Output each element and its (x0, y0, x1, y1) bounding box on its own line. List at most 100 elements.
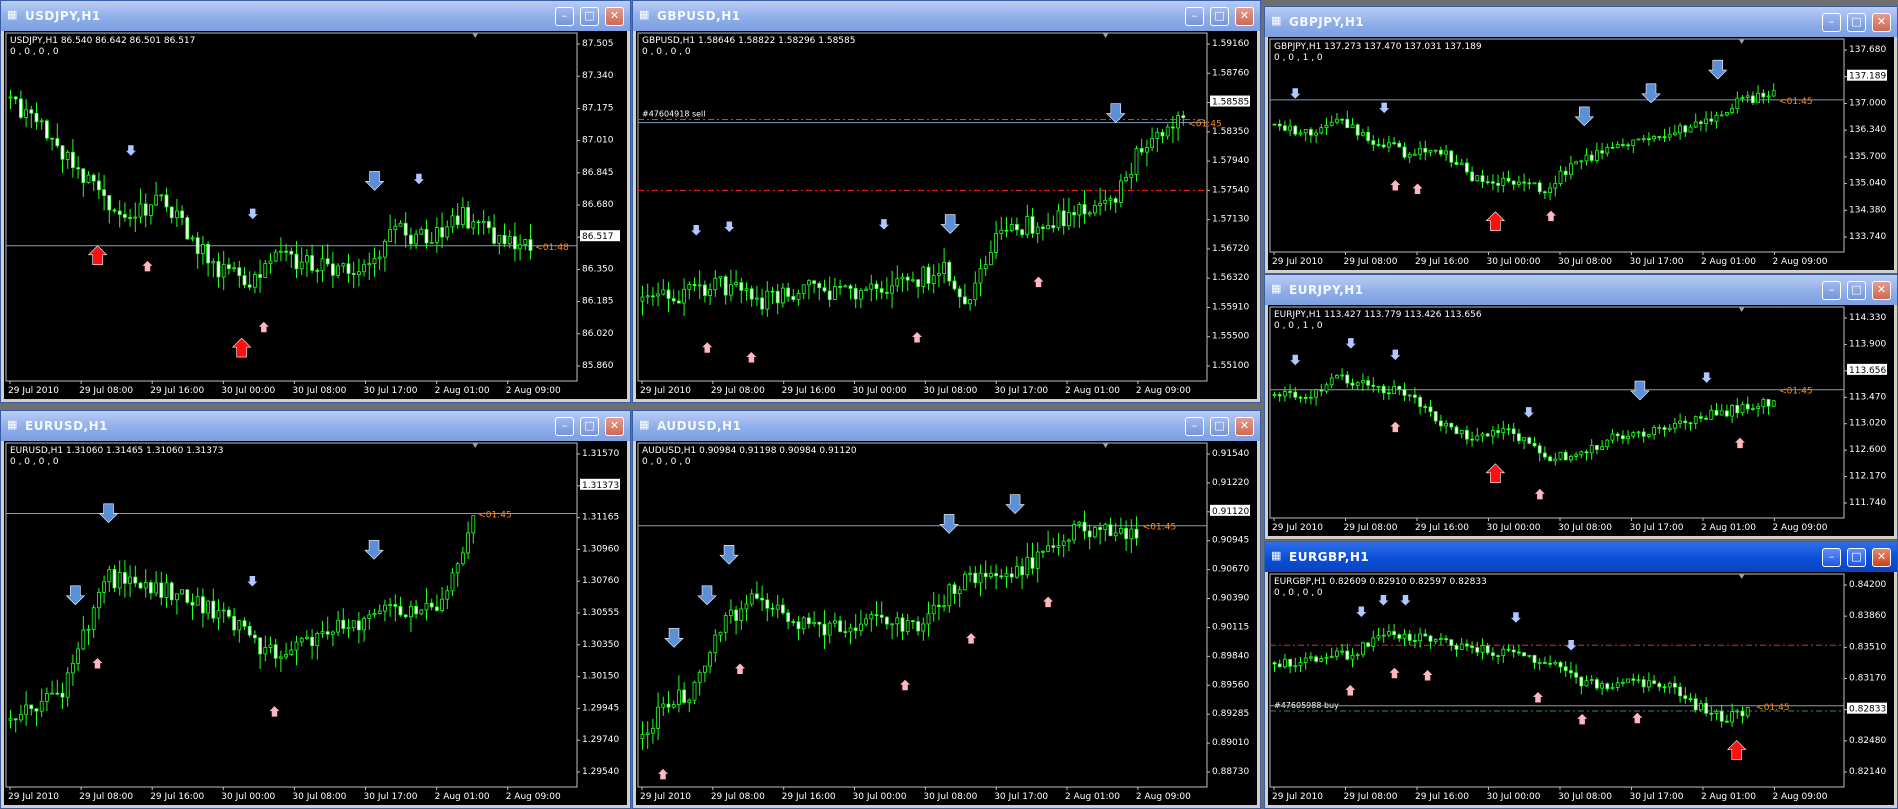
maximize-button[interactable]: □ (580, 417, 599, 436)
candle-body (843, 285, 848, 288)
candle-body (848, 285, 853, 289)
maximize-button[interactable]: □ (1847, 13, 1866, 32)
window-titlebar[interactable]: ▦ AUDUSD,H1 – □ ✕ (633, 411, 1260, 441)
price-axis-label: 0.90390 (1212, 594, 1249, 604)
minimize-button[interactable]: – (1185, 417, 1204, 436)
candle-body (1480, 175, 1485, 183)
chart-canvas[interactable]: GBPUSD,H1 1.58646 1.58822 1.58296 1.5858… (636, 31, 1257, 399)
window-titlebar[interactable]: ▦ USDJPY,H1 – □ ✕ (1, 1, 630, 31)
candle-body (388, 604, 393, 606)
candle-body (921, 623, 926, 632)
chart-canvas[interactable]: USDJPY,H1 86.540 86.642 86.501 86.5170 ,… (4, 31, 627, 399)
maximize-button[interactable]: □ (1847, 281, 1866, 300)
price-chart[interactable]: AUDUSD,H1 0.90984 0.91198 0.90984 0.9112… (636, 441, 1257, 805)
candle-body (1735, 97, 1740, 110)
candle-body (258, 637, 263, 655)
minimize-button[interactable]: – (555, 417, 574, 436)
candle-body (1077, 204, 1082, 216)
time-axis-label: 29 Jul 2010 (8, 792, 59, 802)
candle-body (1423, 406, 1428, 408)
price-axis-label: 133.740 (1849, 232, 1886, 242)
candle-body (330, 631, 335, 635)
time-axis-label: 29 Jul 2010 (640, 792, 691, 802)
candle-body (1350, 654, 1355, 660)
chart-window-usdjpy[interactable]: ▦ USDJPY,H1 – □ ✕ USDJPY,H1 86.540 86.64… (0, 0, 631, 403)
close-button[interactable]: ✕ (605, 7, 624, 26)
maximize-button[interactable]: □ (1210, 7, 1229, 26)
window-titlebar[interactable]: ▦ GBPUSD,H1 – □ ✕ (633, 1, 1260, 31)
close-button[interactable]: ✕ (1235, 7, 1254, 26)
close-button[interactable]: ✕ (1872, 548, 1891, 567)
candle-body (832, 286, 837, 300)
candle-body (1568, 456, 1573, 461)
candle-body (1579, 160, 1584, 163)
chart-window-gbpusd[interactable]: ▦ GBPUSD,H1 – □ ✕ GBPUSD,H1 1.58646 1.58… (632, 0, 1261, 403)
candle-body (403, 614, 408, 618)
candle-body (1568, 163, 1573, 176)
window-titlebar[interactable]: ▦ EURUSD,H1 – □ ✕ (1, 411, 630, 441)
maximize-button[interactable]: □ (580, 7, 599, 26)
time-axis-label: 30 Jul 08:00 (923, 792, 977, 802)
price-chart[interactable]: GBPJPY,H1 137.273 137.470 137.031 137.18… (1268, 37, 1894, 270)
candle-body (81, 629, 86, 650)
candle-body (351, 273, 356, 276)
chart-window-eurgbp[interactable]: ▦ EURGBP,H1 – □ ✕ EURGBP,H1 0.82609 0.82… (1264, 541, 1898, 809)
window-titlebar[interactable]: ▦ EURJPY,H1 – □ ✕ (1265, 275, 1897, 305)
sell-signal-arrow-icon (1378, 594, 1389, 606)
candle-body (812, 621, 817, 625)
close-button[interactable]: ✕ (1872, 13, 1891, 32)
price-axis-label: 0.89560 (1212, 680, 1249, 690)
window-titlebar[interactable]: ▦ GBPJPY,H1 – □ ✕ (1265, 7, 1897, 37)
price-chart[interactable]: GBPUSD,H1 1.58646 1.58822 1.58296 1.5858… (636, 31, 1257, 399)
chart-window-audusd[interactable]: ▦ AUDUSD,H1 – □ ✕ AUDUSD,H1 0.90984 0.91… (632, 410, 1261, 809)
candle-body (71, 151, 75, 169)
minimize-button[interactable]: – (555, 7, 574, 26)
minimize-button[interactable]: – (1822, 548, 1841, 567)
time-axis-label: 2 Aug 01:00 (435, 792, 490, 802)
maximize-button[interactable]: □ (1210, 417, 1229, 436)
buy-signal-arrow-icon (258, 321, 269, 333)
chart-canvas[interactable]: AUDUSD,H1 0.90984 0.91198 0.90984 0.9112… (636, 441, 1257, 805)
candle-body (18, 98, 23, 118)
candle-body (1657, 427, 1662, 429)
candle-body (174, 593, 179, 601)
candle-body (393, 604, 398, 607)
candle-body (1745, 95, 1750, 98)
candle-body (1490, 430, 1495, 437)
candle-body (1678, 125, 1683, 134)
chart-canvas[interactable]: GBPJPY,H1 137.273 137.470 137.031 137.18… (1268, 37, 1894, 270)
close-button[interactable]: ✕ (1872, 281, 1891, 300)
minimize-button[interactable]: – (1185, 7, 1204, 26)
candle-body (232, 267, 237, 270)
chart-canvas[interactable]: EURJPY,H1 113.427 113.779 113.426 113.65… (1268, 305, 1894, 536)
minimize-button[interactable]: – (1822, 13, 1841, 32)
candle-body (466, 207, 471, 229)
chart-canvas[interactable]: EURUSD,H1 1.31060 1.31465 1.31060 1.3137… (4, 441, 627, 805)
candle-body (1470, 438, 1475, 441)
candle-body (1402, 146, 1407, 158)
minimize-button[interactable]: – (1822, 281, 1841, 300)
maximize-button[interactable]: □ (1847, 548, 1866, 567)
candle-body (718, 631, 723, 636)
candle-body (486, 221, 491, 229)
time-axis-label: 30 Jul 00:00 (221, 792, 275, 802)
chart-window-gbpjpy[interactable]: ▦ GBPJPY,H1 – □ ✕ GBPJPY,H1 137.273 137.… (1264, 6, 1898, 274)
close-button[interactable]: ✕ (1235, 417, 1254, 436)
candle-body (1129, 173, 1134, 178)
price-chart[interactable]: EURJPY,H1 113.427 113.779 113.426 113.65… (1268, 305, 1894, 536)
window-titlebar[interactable]: ▦ EURGBP,H1 – □ ✕ (1265, 542, 1897, 572)
close-button[interactable]: ✕ (605, 417, 624, 436)
price-chart[interactable]: EURGBP,H1 0.82609 0.82910 0.82597 0.8283… (1268, 572, 1894, 805)
chart-canvas[interactable]: EURGBP,H1 0.82609 0.82910 0.82597 0.8283… (1268, 572, 1894, 805)
candle-body (341, 263, 346, 267)
price-axis-label: 0.89840 (1212, 651, 1249, 661)
chart-window-eurjpy[interactable]: ▦ EURJPY,H1 – □ ✕ EURJPY,H1 113.427 113.… (1264, 274, 1898, 540)
candle-body (336, 265, 341, 276)
price-chart[interactable]: USDJPY,H1 86.540 86.642 86.501 86.517 0 ,… (4, 31, 627, 399)
candle-body (713, 634, 718, 654)
price-chart[interactable]: EURUSD,H1 1.31060 1.31465 1.31060 1.3137… (4, 441, 627, 805)
chart-window-eurusd[interactable]: ▦ EURUSD,H1 – □ ✕ EURUSD,H1 1.31060 1.31… (0, 410, 631, 809)
candle-body (1740, 96, 1745, 99)
candle-body (523, 239, 528, 246)
candle-body (1298, 662, 1303, 667)
